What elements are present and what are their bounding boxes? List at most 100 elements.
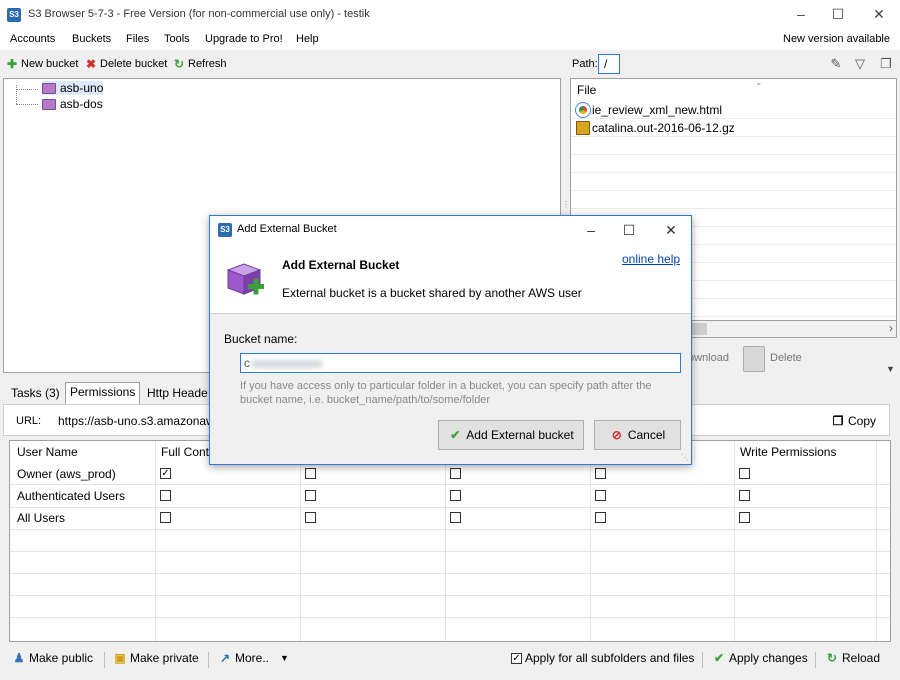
tab-http-headers[interactable]: Http Heade — [143, 384, 212, 404]
permission-checkbox[interactable] — [595, 512, 606, 523]
menu-buckets[interactable]: Buckets — [72, 33, 111, 45]
bucket-name-input[interactable]: c — [240, 353, 681, 373]
column-divider — [734, 441, 735, 641]
permission-checkbox[interactable] — [305, 468, 316, 479]
permission-checkbox[interactable] — [739, 468, 750, 479]
title-bar: S3 S3 Browser 5-7-3 - Free Version (for … — [0, 0, 900, 30]
permission-checkbox[interactable] — [305, 490, 316, 501]
bucket-path-hint: If you have access only to particular fo… — [240, 380, 652, 406]
menu-help[interactable]: Help — [296, 33, 319, 45]
permission-checkbox[interactable] — [595, 468, 606, 479]
separator — [702, 652, 703, 668]
copy-path-icon[interactable]: ❐ — [878, 56, 894, 72]
permission-checkbox[interactable] — [450, 512, 461, 523]
row-divider — [10, 529, 890, 530]
file-row[interactable]: ie_review_xml_new.html — [571, 101, 896, 119]
menu-files[interactable]: Files — [126, 33, 149, 45]
add-external-bucket-dialog: S3 Add External Bucket – ☐ ✕ Add Externa… — [209, 215, 692, 465]
file-row-empty — [571, 155, 896, 173]
filter-icon[interactable]: ▽ — [852, 56, 868, 72]
redacted-text — [252, 359, 322, 368]
tree-item-asb-uno[interactable]: asb-uno — [42, 81, 104, 95]
file-column-header[interactable]: File — [577, 83, 596, 97]
permission-checkbox[interactable] — [160, 490, 171, 501]
delete-file-button[interactable]: Delete — [770, 352, 802, 364]
apply-subfolders-checkbox[interactable]: ✓ Apply for all subfolders and files — [511, 651, 694, 665]
separator — [104, 652, 105, 668]
more-button[interactable]: ↗ More.. ▼ — [218, 651, 289, 665]
make-public-label: Make public — [29, 651, 94, 665]
permission-checkbox[interactable] — [305, 512, 316, 523]
column-divider — [300, 441, 301, 641]
copy-url-button[interactable]: ❐ Copy — [831, 410, 887, 432]
new-version-link[interactable]: New version available — [783, 33, 890, 45]
permission-checkbox[interactable] — [739, 512, 750, 523]
close-button[interactable]: ✕ — [868, 4, 890, 24]
user-authenticated: Authenticated Users — [17, 489, 126, 503]
reload-button[interactable]: ↻ Reload — [825, 651, 880, 665]
make-public-button[interactable]: ♟ Make public — [12, 651, 93, 665]
tree-item-asb-dos[interactable]: asb-dos — [42, 97, 103, 111]
add-external-bucket-button[interactable]: ✔ Add External bucket — [438, 420, 584, 450]
bucket-name: asb-dos — [60, 97, 103, 111]
make-private-button[interactable]: ▣ Make private — [113, 651, 199, 665]
path-input[interactable]: / — [598, 54, 620, 74]
menu-accounts[interactable]: Accounts — [10, 33, 55, 45]
permission-checkbox[interactable] — [160, 512, 171, 523]
refresh-label: Refresh — [188, 58, 227, 70]
cancel-button[interactable]: ⊘ Cancel — [594, 420, 681, 450]
edit-pencil-icon[interactable]: ✎ — [828, 56, 844, 72]
sort-caret-icon: ⌄ — [755, 78, 763, 87]
menu-tools[interactable]: Tools — [164, 33, 190, 45]
tree-branch — [16, 89, 38, 90]
new-bucket-button[interactable]: ✚ New bucket — [5, 57, 79, 71]
menu-upgrade[interactable]: Upgrade to Pro! — [205, 33, 283, 45]
download-button[interactable]: ownload — [688, 352, 729, 364]
apply-changes-button[interactable]: ✔ Apply changes — [712, 651, 808, 665]
separator — [208, 652, 209, 668]
permission-checkbox[interactable] — [595, 490, 606, 501]
bucket-name: asb-uno — [60, 81, 104, 95]
online-help-link[interactable]: online help — [622, 252, 680, 266]
tab-permissions[interactable]: Permissions — [65, 382, 141, 404]
minimize-button[interactable]: – — [790, 4, 812, 24]
permission-checkbox[interactable] — [450, 468, 461, 479]
dialog-minimize-button[interactable]: – — [580, 220, 602, 240]
new-bucket-label: New bucket — [21, 58, 79, 70]
bucket-toolbar: ✚ New bucket ✖ Delete bucket ↻ Refresh — [0, 52, 562, 76]
trash-icon[interactable] — [743, 346, 765, 372]
refresh-button[interactable]: ↻ Refresh — [172, 57, 227, 71]
separator — [815, 652, 816, 668]
bucket-folder-icon — [42, 82, 56, 94]
lock-icon: ▣ — [114, 651, 126, 665]
scroll-down-icon[interactable]: ▼ — [886, 364, 895, 374]
url-value[interactable]: https://asb-uno.s3.amazonaw — [58, 414, 213, 428]
dialog-app-icon: S3 — [218, 223, 232, 237]
dialog-close-button[interactable]: ✕ — [660, 220, 682, 240]
delete-bucket-button[interactable]: ✖ Delete bucket — [84, 57, 167, 71]
apply-changes-label: Apply changes — [729, 651, 808, 665]
reload-label: Reload — [842, 651, 881, 665]
tab-tasks[interactable]: Tasks (3) — [7, 384, 64, 404]
window-title: S3 Browser 5-7-3 - Free Version (for non… — [28, 8, 370, 20]
row-divider — [10, 507, 890, 508]
copy-label: Copy — [848, 414, 877, 428]
permission-checkbox[interactable] — [739, 490, 750, 501]
scroll-right-icon[interactable]: › — [889, 321, 893, 335]
file-row[interactable]: catalina.out-2016-06-12.gz — [571, 119, 896, 137]
permissions-table: User Name Full Contr Write Permissions O… — [9, 440, 891, 642]
checkbox-checked-icon: ✓ — [511, 652, 522, 664]
archive-icon — [576, 121, 590, 135]
permission-checkbox[interactable]: ✓ — [160, 468, 171, 479]
column-divider — [155, 441, 156, 641]
dropdown-arrow-icon: ▼ — [280, 653, 289, 663]
dialog-maximize-button[interactable]: ☐ — [618, 220, 640, 240]
share-icon: ↗ — [219, 651, 231, 665]
bucket-name-label: Bucket name: — [224, 332, 298, 346]
bucket-name-value: c — [244, 356, 250, 370]
permission-checkbox[interactable] — [450, 490, 461, 501]
make-private-label: Make private — [130, 651, 199, 665]
dialog-title: Add External Bucket — [237, 223, 337, 235]
resize-grip-icon[interactable]: ⋱ — [681, 453, 689, 462]
maximize-button[interactable]: ☐ — [827, 4, 849, 24]
